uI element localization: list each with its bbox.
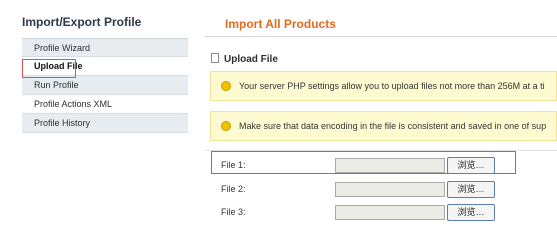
notice-upload-limit: Your server PHP settings allow you to up…: [210, 71, 557, 101]
file-path-input[interactable]: [335, 205, 445, 220]
file-label: File 2:: [221, 184, 246, 194]
sidebar-item-profile-wizard[interactable]: Profile Wizard: [22, 38, 188, 57]
page: Import/Export Profile Profile Wizard Upl…: [0, 0, 557, 245]
section-title-text: Upload File: [224, 54, 278, 65]
lightbulb-icon: [221, 121, 231, 131]
notice-text: Make sure that data encoding in the file…: [239, 121, 547, 131]
page-title: Import All Products: [225, 17, 336, 31]
highlight-box-upload-file: [22, 59, 76, 78]
sidebar-title: Import/Export Profile: [22, 15, 142, 29]
main-header: Import All Products: [205, 0, 557, 37]
lightbulb-icon: [221, 81, 231, 91]
page-icon: [211, 53, 219, 63]
notice-text: Your server PHP settings allow you to up…: [239, 81, 545, 91]
sidebar-item-profile-history[interactable]: Profile History: [22, 114, 188, 133]
file-row: File 3: 浏览…: [205, 202, 557, 224]
notice-encoding: Make sure that data encoding in the file…: [210, 111, 557, 141]
sidebar-nav: Profile Wizard Upload File Run Profile P…: [22, 38, 188, 133]
sidebar: Import/Export Profile Profile Wizard Upl…: [0, 0, 190, 245]
sidebar-item-run-profile[interactable]: Run Profile: [22, 76, 188, 95]
highlight-box-file-1: [211, 151, 516, 174]
main-content: Import All Products Upload File Your ser…: [205, 0, 557, 245]
sidebar-item-profile-actions-xml[interactable]: Profile Actions XML: [22, 95, 188, 114]
browse-button[interactable]: 浏览…: [447, 181, 495, 198]
file-row: File 2: 浏览…: [205, 179, 557, 201]
file-path-input[interactable]: [335, 182, 445, 197]
browse-button[interactable]: 浏览…: [447, 204, 495, 221]
file-label: File 3:: [221, 207, 246, 217]
section-heading: Upload File: [211, 53, 278, 65]
